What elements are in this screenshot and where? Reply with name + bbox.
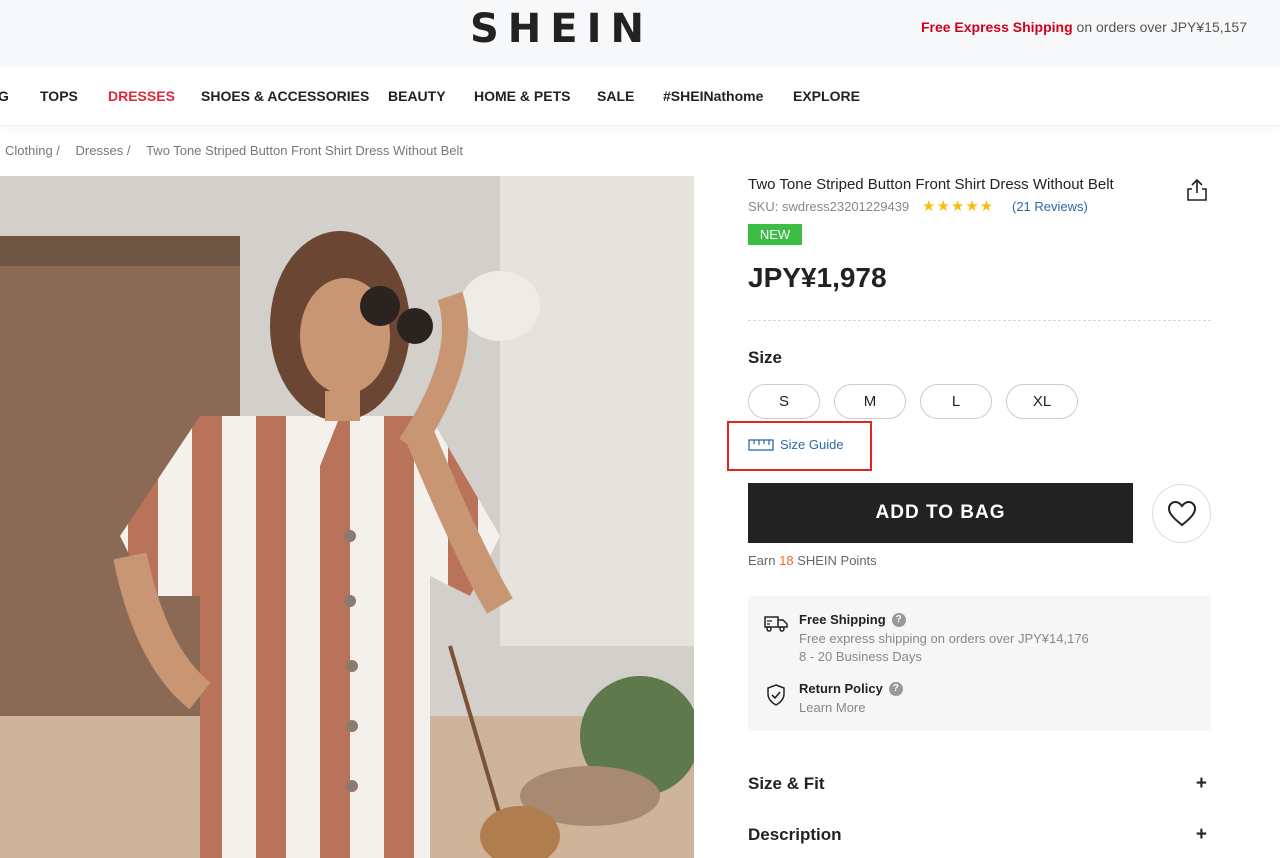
accordion-size-fit[interactable]: Size & Fit + [748,773,1211,794]
learn-more-link[interactable]: Learn More [799,700,865,715]
shield-check-icon [766,684,786,711]
breadcrumb: Clothing / Dresses / Two Tone Striped Bu… [5,143,467,158]
help-icon[interactable]: ? [891,612,906,627]
breadcrumb-dresses[interactable]: Dresses / [76,143,131,158]
product-photo-illustration [0,176,694,858]
shipping-description: Free express shipping on orders over JPY… [799,631,1089,646]
nav-item-explore[interactable]: EXPLORE [793,88,860,104]
new-badge: NEW [748,224,802,245]
points-info: Earn 18 SHEIN Points [748,553,877,568]
size-option-xl[interactable]: XL [1006,384,1078,419]
shipping-info-box: Free Shipping ? Free express shipping on… [748,596,1211,731]
nav-item-partial[interactable]: G [0,88,9,104]
nav-item-home-pets[interactable]: HOME & PETS [474,88,570,104]
plus-icon: + [1195,773,1207,794]
breadcrumb-clothing[interactable]: Clothing / [5,143,60,158]
product-sku: SKU: swdress23201229439 [748,199,910,214]
accordion-description-label: Description [748,825,842,844]
reviews-link[interactable]: (21 Reviews) [1012,199,1088,214]
truck-icon [764,614,788,637]
nav-item-tops[interactable]: TOPS [40,88,78,104]
shipping-days: 8 - 20 Business Days [799,649,922,664]
product-price: JPY¥1,978 [748,262,887,293]
accordion-description[interactable]: Description + [748,824,1211,845]
return-policy-title[interactable]: Return Policy ? [799,681,903,696]
heart-icon [1167,500,1196,526]
wishlist-button[interactable] [1152,484,1211,543]
nav-item-sheinathome[interactable]: #SHEINathome [663,88,763,104]
nav-item-shoes-accessories[interactable]: SHOES & ACCESSORIES [201,88,369,104]
help-icon[interactable]: ? [888,681,903,696]
free-shipping-title[interactable]: Free Shipping ? [799,612,906,627]
free-shipping-label: Free Shipping [799,612,886,627]
return-policy-label: Return Policy [799,681,883,696]
product-image[interactable] [0,176,694,858]
share-icon-graphic [1187,178,1207,201]
shipping-promo[interactable]: Free Express Shipping on orders over JPY… [921,19,1247,35]
size-option-s[interactable]: S [748,384,820,419]
size-guide-label: Size Guide [780,437,844,452]
main-nav: G TOPS DRESSES SHOES & ACCESSORIES BEAUT… [0,66,1280,126]
nav-item-dresses[interactable]: DRESSES [108,88,175,104]
points-suffix: SHEIN Points [797,553,877,568]
points-value: 18 [779,553,794,568]
divider [748,320,1211,321]
breadcrumb-current: Two Tone Striped Button Front Shirt Dres… [146,143,464,158]
ruler-icon [748,438,774,451]
site-header: SHEIN Free Express Shipping on orders ov… [0,0,1280,66]
product-title: Two Tone Striped Button Front Shirt Dres… [748,176,1114,193]
size-guide-link[interactable]: Size Guide [748,437,844,452]
promo-highlight: Free Express Shipping [920,19,1073,35]
shein-logo[interactable]: SHEIN [470,6,653,52]
accordion-size-fit-label: Size & Fit [748,774,825,793]
points-prefix: Earn [748,553,776,568]
size-option-m[interactable]: M [834,384,906,419]
add-to-bag-button[interactable]: ADD TO BAG [748,483,1133,543]
share-icon[interactable] [1186,178,1210,204]
nav-item-sale[interactable]: SALE [597,88,634,104]
size-label: Size [748,348,783,367]
promo-text: on orders over JPY¥15,157 [1076,19,1247,35]
size-option-l[interactable]: L [920,384,992,419]
plus-icon: + [1195,824,1207,845]
nav-item-beauty[interactable]: BEAUTY [388,88,446,104]
star-rating: ★★★★★ [922,198,995,215]
